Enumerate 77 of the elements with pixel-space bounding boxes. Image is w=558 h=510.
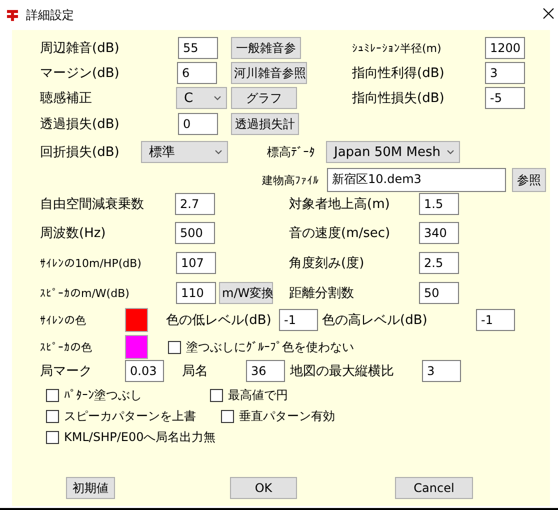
input-field[interactable]: 340 <box>419 222 459 244</box>
field-label: 自由空間減衰乗数 <box>40 196 144 213</box>
color-swatch[interactable] <box>125 308 148 332</box>
input-field[interactable]: -1 <box>476 309 515 331</box>
field-label: 距離分割数 <box>289 285 354 302</box>
input-field[interactable]: 36 <box>246 360 285 382</box>
input-field[interactable]: 0.03 <box>125 360 164 382</box>
input-field[interactable]: 500 <box>175 222 215 244</box>
input-field[interactable]: 1.5 <box>419 193 459 215</box>
input-field[interactable]: 107 <box>176 252 216 274</box>
input-field[interactable]: -5 <box>485 87 525 109</box>
dropdown[interactable]: C <box>176 87 227 109</box>
field-label: 対象者地上高(m) <box>289 196 390 213</box>
input-field[interactable]: 110 <box>176 282 216 304</box>
input-field[interactable]: 3 <box>485 62 525 84</box>
field-label: ｻｲﾚﾝの10m/HP(dB) <box>40 256 142 270</box>
field-label: 色の高レベル(dB) <box>322 312 428 329</box>
field-label: マージン(dB) <box>40 65 120 82</box>
dropdown[interactable]: 標準 <box>141 141 228 163</box>
input-field[interactable]: -1 <box>279 309 318 331</box>
input-field[interactable]: 6 <box>177 62 217 84</box>
checkbox[interactable] <box>221 410 234 422</box>
input-field[interactable]: 0 <box>178 113 218 135</box>
field-label: 周辺雑音(dB) <box>40 40 120 57</box>
dropdown[interactable]: Japan 50M Mesh <box>326 141 460 163</box>
field-label: 指向性損失(dB) <box>352 90 444 107</box>
convert-button[interactable]: m/W変換 <box>219 282 273 304</box>
action-button[interactable]: グラフ <box>231 87 297 109</box>
field-label: 標高ﾃﾞｰﾀ <box>267 144 315 160</box>
checkbox[interactable] <box>46 410 59 422</box>
field-label: ｽﾋﾟｰｶのm/W(dB) <box>40 286 130 300</box>
action-button[interactable]: 河川雑音参照 <box>231 62 307 84</box>
input-field[interactable]: 新宿区10.dem3 <box>327 168 506 192</box>
checkbox-label[interactable]: KML/SHP/E00へ局名出力無 <box>64 428 216 446</box>
checkbox-label[interactable]: 塗つぶしにｸﾞﾙｰﾌﾟ色を使わない <box>186 338 354 356</box>
close-icon[interactable] <box>543 8 554 19</box>
checkbox[interactable] <box>46 430 59 444</box>
input-field[interactable]: 55 <box>178 37 218 59</box>
field-label: 透過損失(dB) <box>40 116 120 133</box>
field-label: 周波数(Hz) <box>40 225 106 242</box>
checkbox[interactable] <box>168 340 181 354</box>
input-field[interactable]: 50 <box>419 282 459 304</box>
checkbox-label[interactable]: スピーカパターンを上書 <box>64 408 196 424</box>
field-label: 局マーク <box>40 363 92 380</box>
field-label: 回折損失(dB) <box>40 144 120 161</box>
browse-button[interactable]: 参照 <box>512 168 546 192</box>
field-label: 色の低レベル(dB) <box>166 312 272 329</box>
action-button[interactable]: 一般雑音参 <box>231 37 301 59</box>
color-swatch[interactable] <box>125 335 148 359</box>
chevron-icon <box>215 150 222 154</box>
ok-button[interactable]: OK <box>230 477 297 499</box>
input-field[interactable]: 2.5 <box>419 252 459 274</box>
field-label: 指向性利得(dB) <box>352 65 444 82</box>
tower-icon <box>6 8 19 22</box>
checkbox[interactable] <box>46 389 59 402</box>
field-label: 聴感補正 <box>40 90 92 107</box>
input-field[interactable]: 3 <box>422 360 461 382</box>
field-label: ｽﾋﾟｰｶの色 <box>40 340 92 354</box>
reset-button[interactable]: 初期値 <box>66 477 115 499</box>
field-label: 建物高ﾌｧｲﾙ <box>262 172 319 188</box>
input-field[interactable]: 2.7 <box>175 193 215 215</box>
checkbox-label[interactable]: ﾊﾟﾀｰﾝ塗つぶし <box>64 387 142 404</box>
field-label: 地図の最大縦横比 <box>290 363 394 380</box>
field-label: 局名 <box>182 363 208 380</box>
chevron-icon <box>214 96 221 100</box>
field-label: 角度刻み(度) <box>289 255 364 272</box>
checkbox[interactable] <box>210 389 223 402</box>
action-button[interactable]: 透過損失計 <box>231 113 299 135</box>
chevron-icon <box>447 150 454 154</box>
window-title: 詳細設定 <box>26 6 74 24</box>
field-label: 音の速度(m/sec) <box>289 225 390 242</box>
cancel-button[interactable]: Cancel <box>395 477 473 499</box>
field-label: ｼｭﾐﾚｰｼｮﾝ半径(m) <box>352 40 442 56</box>
field-label: ｻｲﾚﾝの色 <box>40 312 86 328</box>
checkbox-label[interactable]: 最高値で円 <box>228 387 288 404</box>
input-field[interactable]: 1200 <box>485 37 525 59</box>
checkbox-label[interactable]: 垂直パターン有効 <box>239 408 335 424</box>
